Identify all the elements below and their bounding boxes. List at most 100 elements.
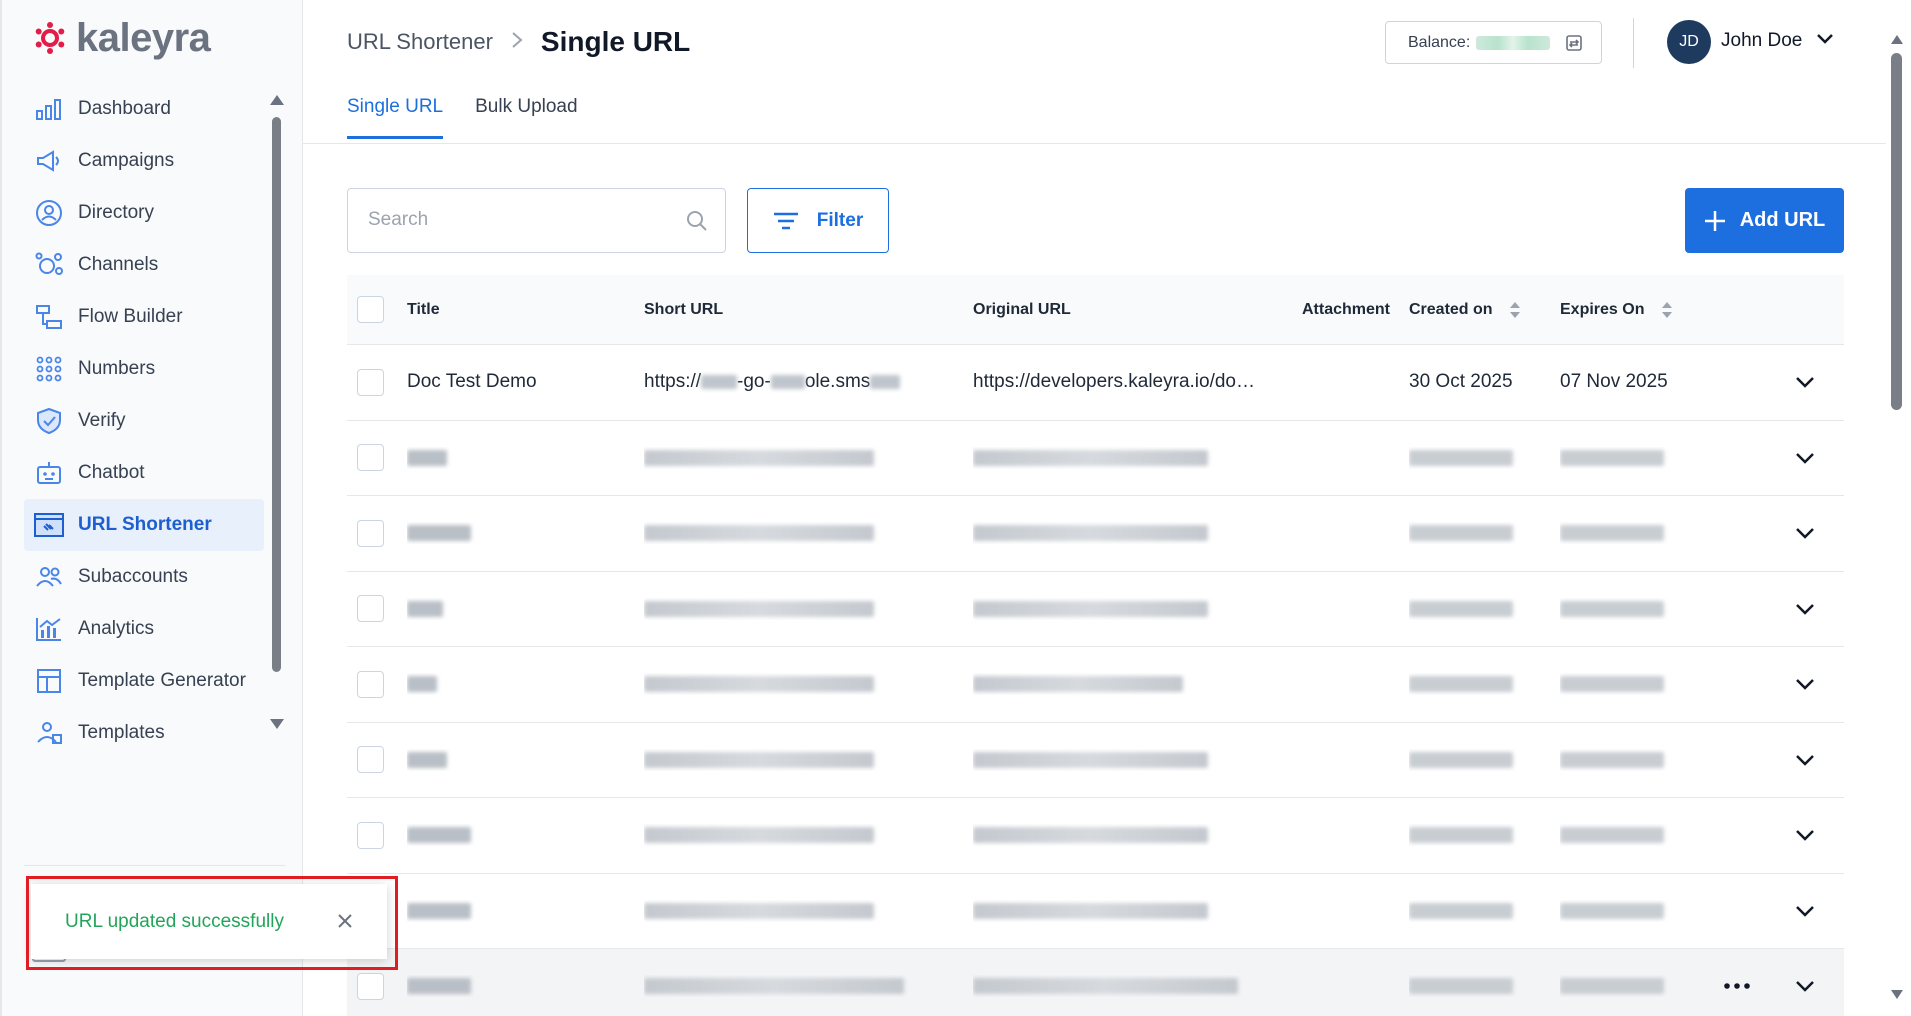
tab-bar: Single URL Bulk Upload (347, 96, 610, 139)
table-row[interactable] (347, 949, 1844, 1016)
page-scroll-thumb[interactable] (1891, 53, 1902, 410)
sidebar-scroll-thumb[interactable] (272, 117, 281, 672)
row-expires-on-redacted (1560, 749, 1700, 771)
sidebar-item-directory[interactable]: Directory (24, 187, 264, 239)
sidebar-item-numbers[interactable]: Numbers (24, 343, 264, 395)
row-created-on-redacted (1409, 975, 1549, 997)
row-checkbox[interactable] (357, 595, 384, 623)
row-expires-on: 07 Nov 2025 (1560, 371, 1668, 393)
sidebar-item-verify[interactable]: Verify (24, 395, 264, 447)
add-url-button[interactable]: Add URL (1685, 188, 1844, 253)
balance-box: Balance: (1385, 21, 1602, 64)
sidebar-item-templates[interactable]: Templates (24, 707, 264, 759)
sidebar-item-subaccounts[interactable]: Subaccounts (24, 551, 264, 603)
breadcrumb: URL Shortener Single URL (347, 26, 690, 58)
expand-row-chevron-icon[interactable] (1794, 677, 1816, 691)
table-row[interactable] (347, 798, 1844, 874)
table-row[interactable] (347, 421, 1844, 496)
expand-row-chevron-icon[interactable] (1794, 375, 1816, 389)
row-checkbox[interactable] (357, 670, 384, 698)
refresh-icon[interactable] (1564, 33, 1584, 53)
column-header-expires-on-label: Expires On (1560, 300, 1645, 318)
short-url-part: -go- (737, 371, 771, 393)
table-row[interactable]: Doc Test Demo https:// -go-ole.sms https:… (347, 345, 1844, 421)
sidebar-item-label: Subaccounts (78, 566, 188, 587)
row-short-url-redacted (644, 673, 924, 695)
row-checkbox[interactable] (357, 519, 384, 547)
table-row[interactable] (347, 874, 1844, 949)
row-original-url-redacted (973, 598, 1273, 620)
page-scrollbar[interactable] (1890, 35, 1904, 1010)
row-created-on-redacted (1409, 522, 1549, 544)
scroll-down-arrow-icon[interactable] (270, 719, 284, 729)
chevron-down-icon[interactable] (1815, 32, 1835, 46)
expand-row-chevron-icon[interactable] (1794, 602, 1816, 616)
search-icon[interactable] (685, 209, 709, 233)
sidebar-item-channels[interactable]: Channels (24, 239, 264, 291)
row-title: Doc Test Demo (407, 371, 537, 393)
sidebar-item-url-shortener[interactable]: URL Shortener (24, 499, 264, 551)
tab-single-url[interactable]: Single URL (347, 96, 444, 139)
row-expires-on-redacted (1560, 975, 1700, 997)
sidebar-item-label: Analytics (78, 618, 155, 639)
search-input[interactable] (348, 189, 668, 251)
row-short-url[interactable]: https:// -go-ole.sms (644, 371, 924, 393)
tab-bulk-upload[interactable]: Bulk Upload (475, 96, 577, 139)
user-name[interactable]: John Doe (1721, 30, 1802, 52)
row-checkbox[interactable] (357, 821, 384, 849)
avatar[interactable]: JD (1667, 20, 1711, 64)
plus-icon (1704, 210, 1726, 232)
sidebar-item-campaigns[interactable]: Campaigns (24, 135, 264, 187)
sidebar-item-label: Verify (78, 410, 126, 431)
column-header-created-on[interactable]: Created on (1409, 300, 1549, 320)
row-checkbox[interactable] (357, 368, 384, 396)
expand-row-chevron-icon[interactable] (1794, 753, 1816, 767)
header-divider (1633, 18, 1634, 68)
sidebar-item-dashboard[interactable]: Dashboard (24, 83, 264, 135)
filter-button[interactable]: Filter (747, 188, 889, 253)
column-header-short-url[interactable]: Short URL (644, 301, 924, 319)
table-row[interactable] (347, 647, 1844, 723)
row-original-url-redacted (973, 749, 1273, 771)
expand-row-chevron-icon[interactable] (1794, 828, 1816, 842)
column-header-expires-on[interactable]: Expires On (1560, 300, 1700, 320)
scroll-down-arrow-icon[interactable] (1891, 990, 1903, 999)
tabs-divider (303, 143, 1886, 144)
row-checkbox[interactable] (357, 444, 384, 472)
row-checkbox[interactable] (357, 972, 384, 1000)
row-title-redacted (407, 447, 607, 469)
table-row[interactable] (347, 496, 1844, 572)
sidebar-item-chatbot[interactable]: Chatbot (24, 447, 264, 499)
expand-row-chevron-icon[interactable] (1794, 904, 1816, 918)
column-header-title[interactable]: Title (407, 301, 607, 319)
row-short-url-redacted (644, 522, 924, 544)
scroll-up-arrow-icon[interactable] (270, 95, 284, 105)
table-row[interactable] (347, 723, 1844, 798)
sidebar-nav: Dashboard Campaigns Directory Channels F… (24, 83, 264, 759)
sidebar-item-analytics[interactable]: Analytics (24, 603, 264, 655)
row-checkbox[interactable] (357, 746, 384, 774)
column-header-attachment[interactable]: Attachment (1302, 301, 1412, 319)
row-created-on-redacted (1409, 598, 1549, 620)
row-expires-on-redacted (1560, 522, 1700, 544)
row-original-url[interactable]: https://developers.kaleyra.io/do… (973, 371, 1273, 393)
add-url-label: Add URL (1739, 209, 1826, 231)
more-options-icon[interactable] (1722, 981, 1752, 991)
row-created-on-redacted (1409, 900, 1549, 922)
sidebar-item-flow-builder[interactable]: Flow Builder (24, 291, 264, 343)
select-all-checkbox[interactable] (357, 296, 384, 323)
sort-icon[interactable] (1661, 300, 1673, 320)
kaleyra-logo[interactable]: kaleyra (32, 18, 211, 58)
expand-row-chevron-icon[interactable] (1794, 451, 1816, 465)
column-header-original-url[interactable]: Original URL (973, 301, 1273, 319)
expand-row-chevron-icon[interactable] (1794, 979, 1816, 993)
sidebar-item-template-generator[interactable]: Template Generator (24, 655, 264, 707)
row-title-redacted (407, 673, 607, 695)
breadcrumb-parent-link[interactable]: URL Shortener (347, 29, 493, 55)
sidebar-item-label: Template Generator (78, 670, 246, 691)
table-row[interactable] (347, 572, 1844, 647)
expand-row-chevron-icon[interactable] (1794, 526, 1816, 540)
sort-icon[interactable] (1509, 300, 1521, 320)
sidebar-scrollbar[interactable] (270, 95, 284, 735)
scroll-up-arrow-icon[interactable] (1891, 35, 1903, 44)
